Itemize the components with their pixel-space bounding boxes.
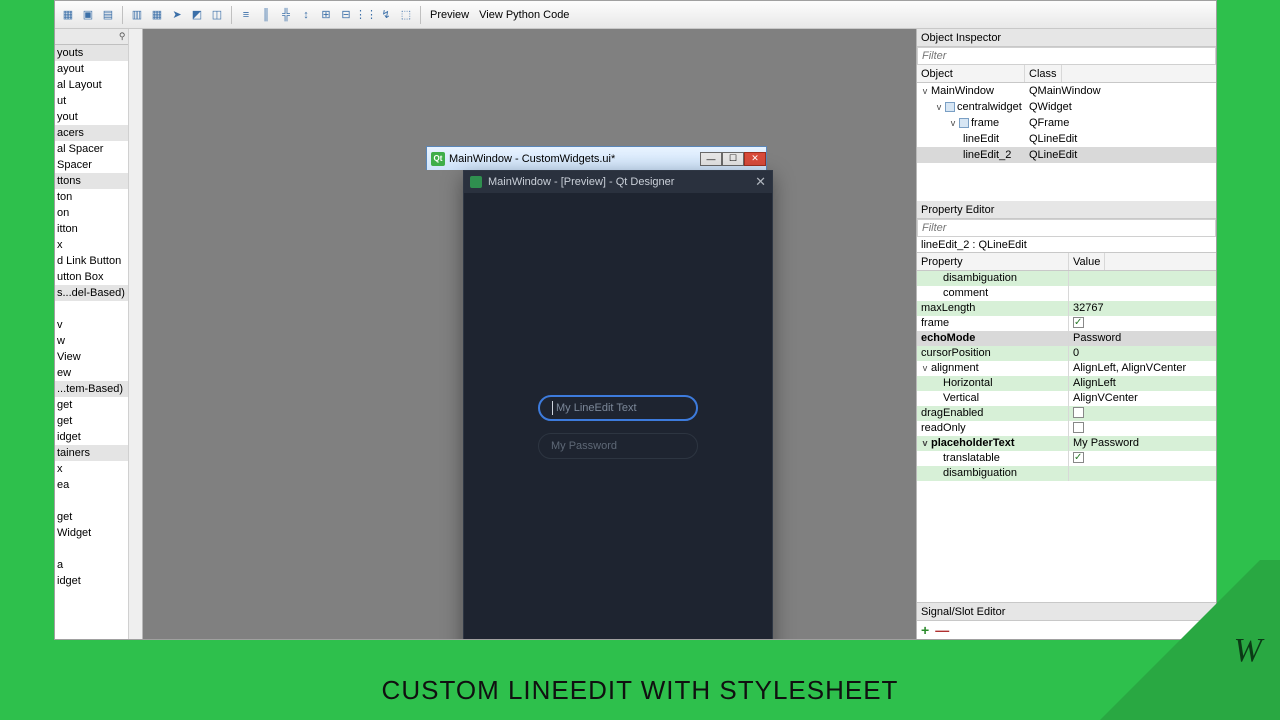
property-row[interactable]: readOnly: [917, 421, 1216, 436]
widget-box: ⚲✕ youtsayoutal Layoututyoutacersal Spac…: [55, 29, 143, 639]
video-caption-bar: CUSTOM LINEEDIT WITH STYLESHEET: [0, 660, 1280, 720]
tool-icon[interactable]: ↯: [377, 6, 395, 24]
tool-icon[interactable]: ▣: [79, 6, 97, 24]
editor-title: MainWindow - CustomWidgets.ui*: [449, 153, 615, 165]
property-row[interactable]: cursorPosition0: [917, 346, 1216, 361]
lineedit-focused[interactable]: My LineEdit Text: [538, 395, 698, 421]
add-connection-button[interactable]: +: [921, 622, 929, 638]
align-icon[interactable]: ↕: [297, 6, 315, 24]
design-canvas[interactable]: Qt MainWindow - CustomWidgets.ui* — ☐ ✕ …: [143, 29, 916, 639]
close-icon[interactable]: ✕: [755, 174, 766, 190]
maximize-button[interactable]: ☐: [722, 152, 744, 166]
property-row[interactable]: disambiguation: [917, 271, 1216, 286]
remove-connection-button[interactable]: —: [935, 622, 949, 638]
property-row[interactable]: vplaceholderTextMy Password: [917, 436, 1216, 451]
property-row[interactable]: frame: [917, 316, 1216, 331]
property-row[interactable]: comment: [917, 286, 1216, 301]
object-inspector-header: Object Class: [917, 65, 1216, 83]
property-row[interactable]: translatable: [917, 451, 1216, 466]
signal-slot-title: Signal/Slot Editor: [917, 603, 1216, 621]
property-table[interactable]: disambiguationcommentmaxLength32767frame…: [917, 271, 1216, 602]
tool-icon[interactable]: ▦: [59, 6, 77, 24]
property-row[interactable]: dragEnabled: [917, 406, 1216, 421]
tool-icon[interactable]: ◫: [208, 6, 226, 24]
tree-row[interactable]: lineEdit_2QLineEdit: [917, 147, 1216, 163]
tool-icon[interactable]: ▤: [99, 6, 117, 24]
property-context: lineEdit_2 : QLineEdit: [917, 237, 1216, 253]
preview-action[interactable]: Preview: [426, 9, 473, 21]
pointer-icon[interactable]: ➤: [168, 6, 186, 24]
layout-icon[interactable]: ▦: [148, 6, 166, 24]
align-icon[interactable]: ╬: [277, 6, 295, 24]
tree-row[interactable]: vcentralwidgetQWidget: [917, 99, 1216, 115]
object-inspector-title: Object Inspector: [917, 29, 1216, 47]
align-icon[interactable]: ║: [257, 6, 275, 24]
object-tree[interactable]: vMainWindowQMainWindowvcentralwidgetQWid…: [917, 83, 1216, 201]
property-filter-input[interactable]: [917, 219, 1216, 237]
align-icon[interactable]: ≡: [237, 6, 255, 24]
view-python-code-action[interactable]: View Python Code: [475, 9, 573, 21]
layout-icon[interactable]: ▥: [128, 6, 146, 24]
pin-icon[interactable]: ⚲: [119, 31, 126, 42]
preview-title-text: MainWindow - [Preview] - Qt Designer: [488, 176, 674, 188]
property-row[interactable]: HorizontalAlignLeft: [917, 376, 1216, 391]
scrollbar[interactable]: [128, 29, 142, 639]
preview-body: My LineEdit Text My Password: [464, 193, 772, 639]
tree-row[interactable]: lineEditQLineEdit: [917, 131, 1216, 147]
signal-slot-panel: Signal/Slot Editor + —: [917, 602, 1216, 639]
preview-titlebar[interactable]: MainWindow - [Preview] - Qt Designer ✕: [464, 171, 772, 193]
property-row[interactable]: VerticalAlignVCenter: [917, 391, 1216, 406]
tool-icon[interactable]: ◩: [188, 6, 206, 24]
preview-window: MainWindow - [Preview] - Qt Designer ✕ M…: [463, 170, 773, 639]
property-header: Property Value: [917, 253, 1216, 271]
qt-icon: Qt: [431, 152, 445, 166]
object-filter-input[interactable]: [917, 47, 1216, 65]
property-row[interactable]: echoModePassword: [917, 331, 1216, 346]
tree-row[interactable]: vMainWindowQMainWindow: [917, 83, 1216, 99]
tool-icon[interactable]: ⬚: [397, 6, 415, 24]
property-row[interactable]: maxLength32767: [917, 301, 1216, 316]
qt-designer-window: ▦ ▣ ▤ ▥ ▦ ➤ ◩ ◫ ≡ ║ ╬ ↕ ⊞ ⊟ ⋮⋮ ↯ ⬚ Previ…: [54, 0, 1217, 640]
right-dock: Object Inspector Object Class vMainWindo…: [916, 29, 1216, 639]
grid-icon[interactable]: ⊟: [337, 6, 355, 24]
toolbar: ▦ ▣ ▤ ▥ ▦ ➤ ◩ ◫ ≡ ║ ╬ ↕ ⊞ ⊟ ⋮⋮ ↯ ⬚ Previ…: [55, 1, 1216, 29]
property-row[interactable]: valignmentAlignLeft, AlignVCenter: [917, 361, 1216, 376]
property-row[interactable]: disambiguation: [917, 466, 1216, 481]
lineedit-password[interactable]: My Password: [538, 433, 698, 459]
designer-icon: [470, 176, 482, 188]
grid-icon[interactable]: ⊞: [317, 6, 335, 24]
tree-row[interactable]: vframeQFrame: [917, 115, 1216, 131]
minimize-button[interactable]: —: [700, 152, 722, 166]
caption-text: CUSTOM LINEEDIT WITH STYLESHEET: [382, 675, 899, 706]
editor-window-titlebar[interactable]: Qt MainWindow - CustomWidgets.ui* — ☐ ✕: [426, 146, 767, 170]
property-editor-title: Property Editor: [917, 201, 1216, 219]
grid-icon[interactable]: ⋮⋮: [357, 6, 375, 24]
close-button[interactable]: ✕: [744, 152, 766, 166]
